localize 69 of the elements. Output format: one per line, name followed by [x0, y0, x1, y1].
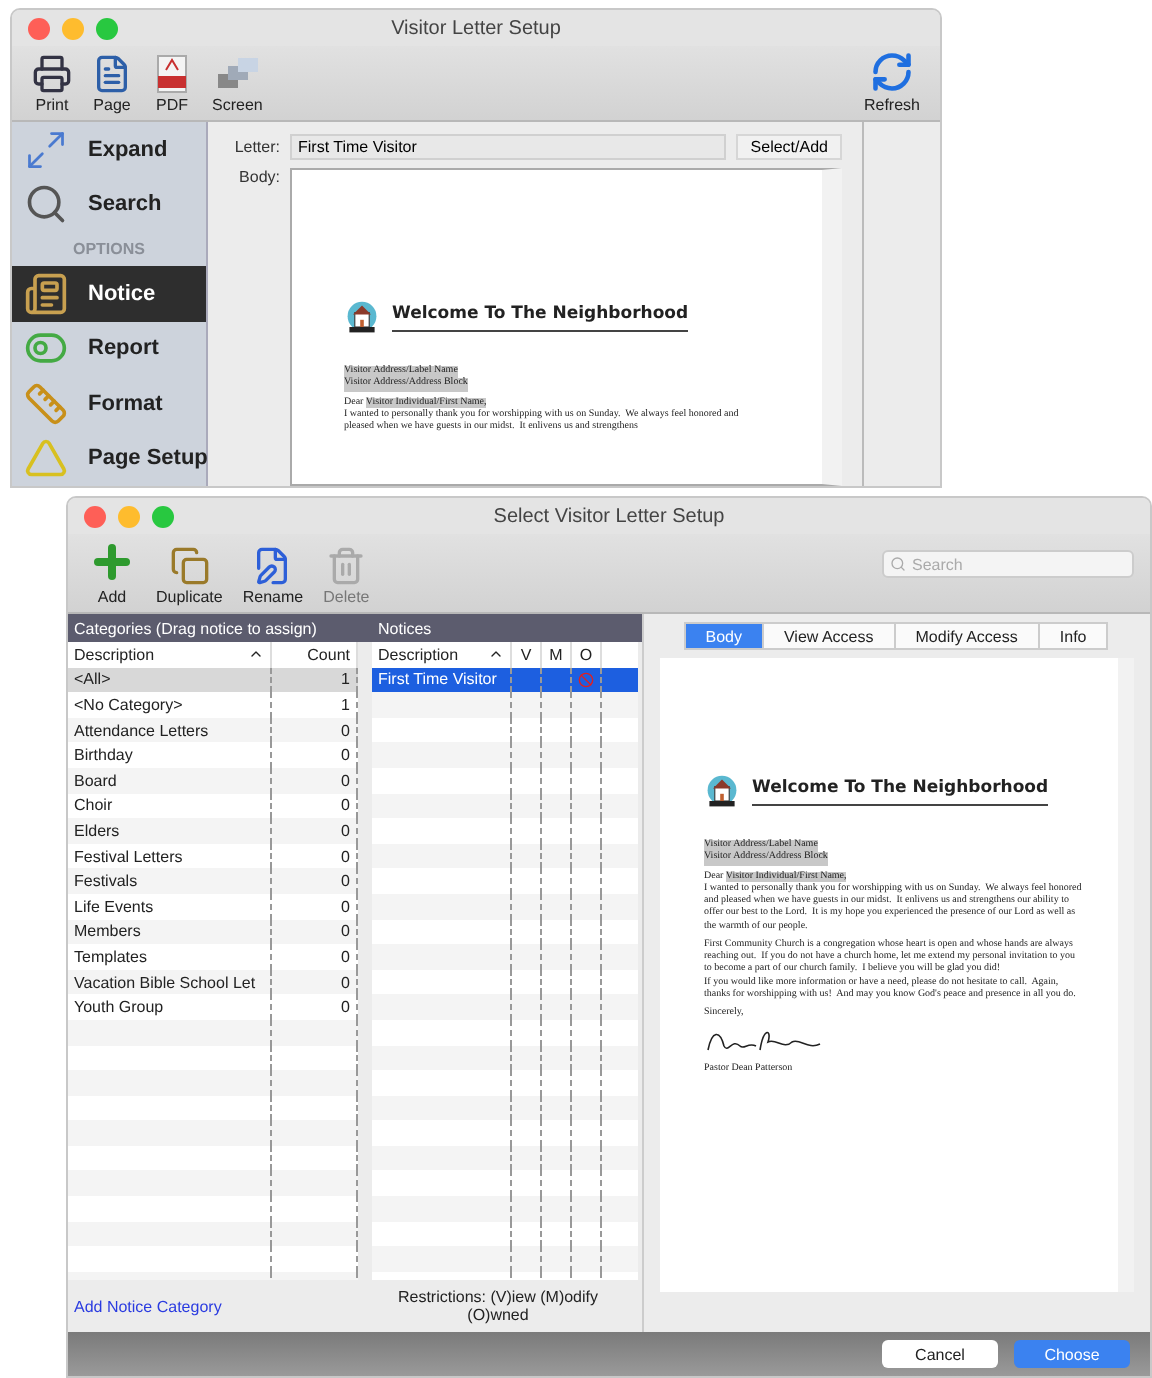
trash-icon — [326, 546, 367, 586]
category-row[interactable]: <All> 1 — [68, 667, 358, 693]
newspaper-icon — [24, 272, 68, 317]
toolbar-button[interactable]: Duplicate — [152, 546, 227, 606]
sidebar-item[interactable]: Expand — [12, 122, 206, 177]
category-row[interactable]: Templates 0 — [68, 944, 358, 970]
toolbar-button[interactable]: Add — [84, 538, 140, 606]
sidebar-item[interactable]: Notice — [12, 266, 206, 322]
category-row[interactable]: Elders 0 — [68, 818, 358, 844]
category-row[interactable]: Vacation Bible School Let 0 — [68, 969, 358, 995]
plus-icon — [88, 538, 136, 586]
tab[interactable]: Body — [683, 622, 764, 650]
minimize-button[interactable] — [118, 505, 140, 527]
toolbar-button[interactable]: Rename — [238, 546, 308, 606]
category-row[interactable]: Choir 0 — [68, 793, 358, 819]
window-title: Visitor Letter Setup — [389, 17, 563, 39]
copy-icon — [169, 546, 210, 586]
church-logo-icon — [704, 774, 740, 810]
select-add-button[interactable]: Select/Add — [736, 134, 842, 160]
section-header-bar: Categories (Drag notice to assign) Notices — [68, 614, 642, 642]
toolbar-button[interactable]: Screen — [208, 54, 267, 114]
close-button[interactable] — [84, 505, 106, 527]
field-label: Letter: — [232, 138, 280, 156]
category-row[interactable]: Festivals 0 — [68, 868, 358, 894]
toolbar-button[interactable]: Print — [28, 54, 76, 114]
prohibited-icon — [578, 669, 594, 690]
church-logo-icon — [344, 300, 380, 336]
category-row[interactable]: Board 0 — [68, 767, 358, 794]
field-label: Body: — [237, 168, 280, 190]
close-button[interactable] — [28, 17, 50, 39]
cancel-button[interactable]: Cancel — [882, 1340, 998, 1368]
sidebar-item[interactable]: Format — [12, 376, 206, 432]
category-row[interactable]: Members 0 — [68, 919, 358, 945]
zoom-button[interactable] — [152, 505, 174, 527]
pencil-document-icon — [252, 546, 293, 586]
refresh-button[interactable]: Refresh — [859, 50, 924, 114]
tab[interactable]: Modify Access — [893, 622, 1040, 650]
magnifier-icon — [24, 182, 68, 227]
tab[interactable]: View Access — [761, 622, 896, 650]
search-icon — [890, 556, 906, 572]
document-icon — [92, 54, 132, 94]
ruler-icon — [24, 381, 68, 426]
sidebar-item[interactable]: Page Setup — [12, 431, 206, 486]
refresh-icon — [869, 50, 914, 94]
restrictions-note: Restrictions: (V)iew (M)odify (O)wned — [395, 1288, 600, 1324]
choose-button[interactable]: Choose — [1014, 1340, 1130, 1368]
letter-heading: Welcome To The Neighborhood — [392, 304, 689, 332]
toolbar-button[interactable]: PDF — [148, 54, 196, 114]
triangle-ruler-icon — [24, 436, 68, 481]
sidebar-item[interactable]: Search — [12, 176, 206, 232]
expand-arrows-icon — [24, 127, 68, 172]
add-category-link[interactable]: Add Notice Category — [68, 1297, 368, 1315]
sidebar-item[interactable]: Report — [12, 321, 206, 377]
letter-heading: Welcome To The Neighborhood — [752, 778, 1049, 806]
toolbar-button[interactable]: Page — [88, 54, 136, 114]
category-row[interactable]: Youth Group 0 — [68, 994, 358, 1020]
stacked-screens-icon — [215, 54, 260, 94]
minimize-button[interactable] — [62, 17, 84, 39]
pdf-file-icon — [152, 54, 192, 94]
sidebar-section-label: OPTIONS — [70, 238, 147, 263]
tab[interactable]: Info — [1037, 622, 1109, 650]
category-row[interactable]: <No Category> 1 — [68, 692, 358, 718]
printer-icon — [32, 54, 72, 94]
category-row[interactable]: Festival Letters 0 — [68, 843, 358, 869]
notice-row[interactable]: First Time Visitor — [372, 667, 638, 693]
letter-field[interactable]: First Time Visitor — [290, 134, 727, 160]
zoom-button[interactable] — [96, 17, 118, 39]
window-title: Select Visitor Letter Setup — [491, 505, 727, 527]
category-row[interactable]: Attendance Letters 0 — [68, 717, 358, 743]
